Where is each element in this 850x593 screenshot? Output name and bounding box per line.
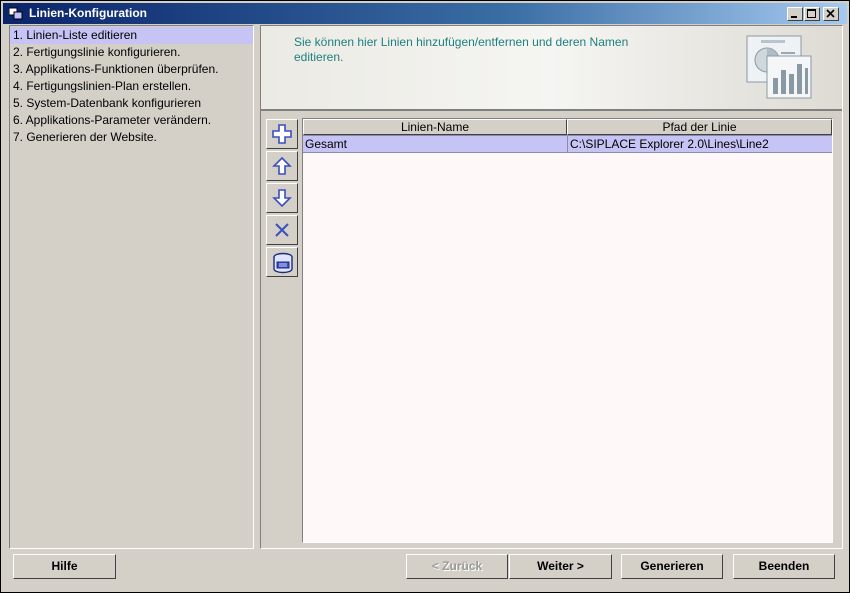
delete-icon	[275, 223, 289, 237]
close-icon	[826, 9, 835, 18]
add-line-button[interactable]	[266, 119, 298, 149]
window-title: Linien-Konfiguration	[29, 6, 147, 20]
maximize-icon	[807, 9, 816, 18]
next-button[interactable]: Weiter >	[509, 554, 612, 579]
maximize-button[interactable]	[804, 7, 820, 21]
step-item-4[interactable]: 4. Fertigungslinien-Plan erstellen.	[10, 78, 253, 95]
step-item-1[interactable]: 1. Linien-Liste editieren	[10, 27, 253, 44]
add-icon	[272, 124, 292, 144]
step-item-6[interactable]: 6. Applikations-Parameter verändern.	[10, 112, 253, 129]
delete-line-button[interactable]	[266, 215, 298, 245]
step-item-3[interactable]: 3. Applikations-Funktionen überprüfen.	[10, 61, 253, 78]
chart-illustration-icon	[746, 35, 812, 99]
step-item-5[interactable]: 5. System-Datenbank konfigurieren	[10, 95, 253, 112]
move-down-icon	[272, 189, 292, 208]
lines-table: Linien-Name Pfad der Linie Gesamt C:\SIP…	[302, 118, 833, 543]
step-list: 1. Linien-Liste editieren 2. Fertigungsl…	[9, 25, 254, 549]
move-up-button[interactable]	[266, 151, 298, 181]
cell-line-name[interactable]: Gesamt	[303, 136, 567, 152]
database-icon	[273, 252, 293, 274]
move-down-button[interactable]	[266, 183, 298, 213]
header-banner: Sie können hier Linien hinzufügen/entfer…	[261, 26, 842, 111]
column-header-line-name[interactable]: Linien-Name	[303, 119, 567, 135]
minimize-button[interactable]	[787, 7, 803, 21]
step-item-7[interactable]: 7. Generieren der Website.	[10, 129, 253, 146]
description-text: Sie können hier Linien hinzufügen/entfer…	[294, 35, 629, 64]
table-header: Linien-Name Pfad der Linie	[303, 119, 832, 135]
column-header-line-path[interactable]: Pfad der Linie	[567, 119, 832, 135]
table-row[interactable]: Gesamt C:\SIPLACE Explorer 2.0\Lines\Lin…	[303, 135, 832, 153]
title-bar[interactable]: Linien-Konfiguration	[3, 3, 847, 24]
step-item-2[interactable]: 2. Fertigungslinie konfigurieren.	[10, 44, 253, 61]
back-button[interactable]: < Zurück	[406, 554, 508, 579]
minimize-icon	[791, 16, 797, 18]
move-up-icon	[272, 156, 292, 175]
exit-button[interactable]: Beenden	[733, 554, 835, 579]
database-button[interactable]	[266, 247, 298, 277]
cell-line-path[interactable]: C:\SIPLACE Explorer 2.0\Lines\Line2	[567, 136, 832, 152]
help-button[interactable]: Hilfe	[13, 554, 116, 579]
app-icon	[9, 7, 23, 20]
close-window-button[interactable]	[823, 7, 839, 21]
main-window: Linien-Konfiguration 1. Linien-Liste edi…	[0, 0, 850, 593]
generate-button[interactable]: Generieren	[621, 554, 723, 579]
